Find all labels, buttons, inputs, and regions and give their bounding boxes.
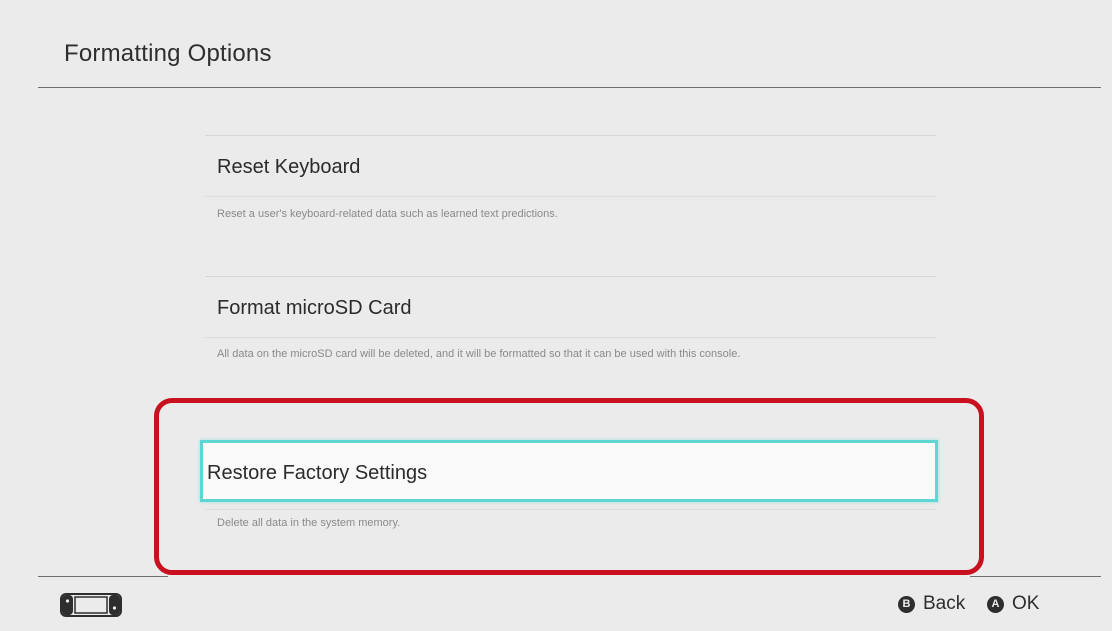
header-divider — [38, 87, 1101, 88]
footer-divider-right — [970, 576, 1101, 577]
back-button[interactable]: B Back — [898, 592, 965, 616]
page-title: Formatting Options — [64, 40, 272, 67]
option-title: Reset Keyboard — [217, 156, 361, 178]
option-description: Reset a user's keyboard-related data suc… — [217, 208, 558, 220]
option-divider — [205, 337, 936, 338]
footer-divider-left — [38, 576, 168, 577]
ok-button[interactable]: A OK — [987, 592, 1039, 616]
option-top-divider — [205, 276, 936, 277]
option-top-divider — [205, 135, 936, 136]
option-title: Format microSD Card — [217, 297, 412, 319]
b-button-icon: B — [898, 595, 915, 613]
settings-screen: Formatting Options Reset Keyboard Reset … — [0, 0, 1112, 631]
option-divider — [205, 196, 936, 197]
ok-label: OK — [1012, 593, 1040, 614]
annotation-highlight-box — [154, 398, 984, 575]
a-button-icon: A — [987, 595, 1004, 613]
handheld-console-icon — [60, 593, 122, 622]
option-description: All data on the microSD card will be del… — [217, 348, 741, 360]
back-label: Back — [923, 593, 966, 614]
